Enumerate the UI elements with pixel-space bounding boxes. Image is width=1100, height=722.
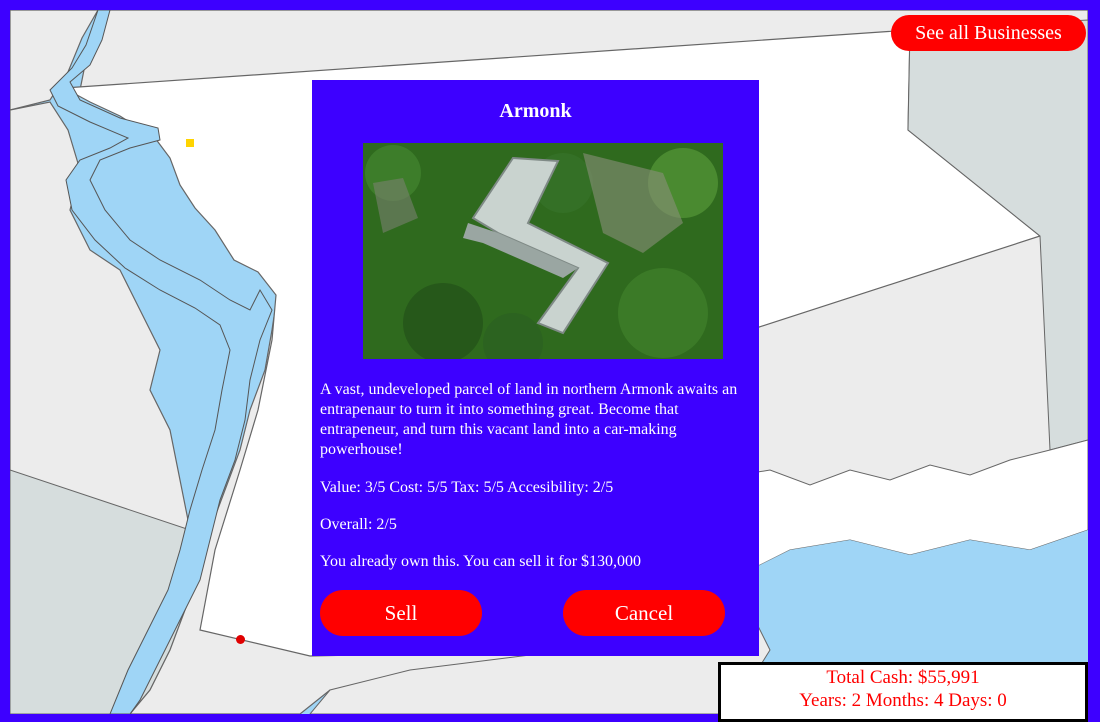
cancel-button[interactable]: Cancel bbox=[563, 590, 725, 636]
business-marker-yellow-square[interactable] bbox=[186, 139, 194, 147]
total-cash: Total Cash: $55,991 bbox=[826, 667, 980, 688]
sell-button[interactable]: Sell bbox=[320, 590, 482, 636]
modal-title: Armonk bbox=[499, 100, 572, 122]
aerial-photo-graphic bbox=[363, 143, 723, 359]
business-marker-red[interactable] bbox=[236, 635, 245, 644]
game-time: Years: 2 Months: 4 Days: 0 bbox=[799, 690, 1007, 711]
business-overall: Overall: 2/5 bbox=[320, 516, 397, 533]
business-stats: Value: 3/5 Cost: 5/5 Tax: 5/5 Accesibili… bbox=[320, 479, 614, 496]
business-modal: Armonk A vast, undeveloped parcel of lan… bbox=[312, 80, 759, 656]
ownership-text: You already own this. You can sell it fo… bbox=[320, 553, 642, 570]
status-panel: Total Cash: $55,991 Years: 2 Months: 4 D… bbox=[718, 662, 1088, 722]
business-description: A vast, undeveloped parcel of land in no… bbox=[320, 381, 738, 458]
business-photo bbox=[363, 143, 723, 359]
game-frame: See all Businesses Armonk A vast, undeve… bbox=[0, 0, 1100, 722]
see-all-businesses-button[interactable]: See all Businesses bbox=[891, 15, 1086, 51]
